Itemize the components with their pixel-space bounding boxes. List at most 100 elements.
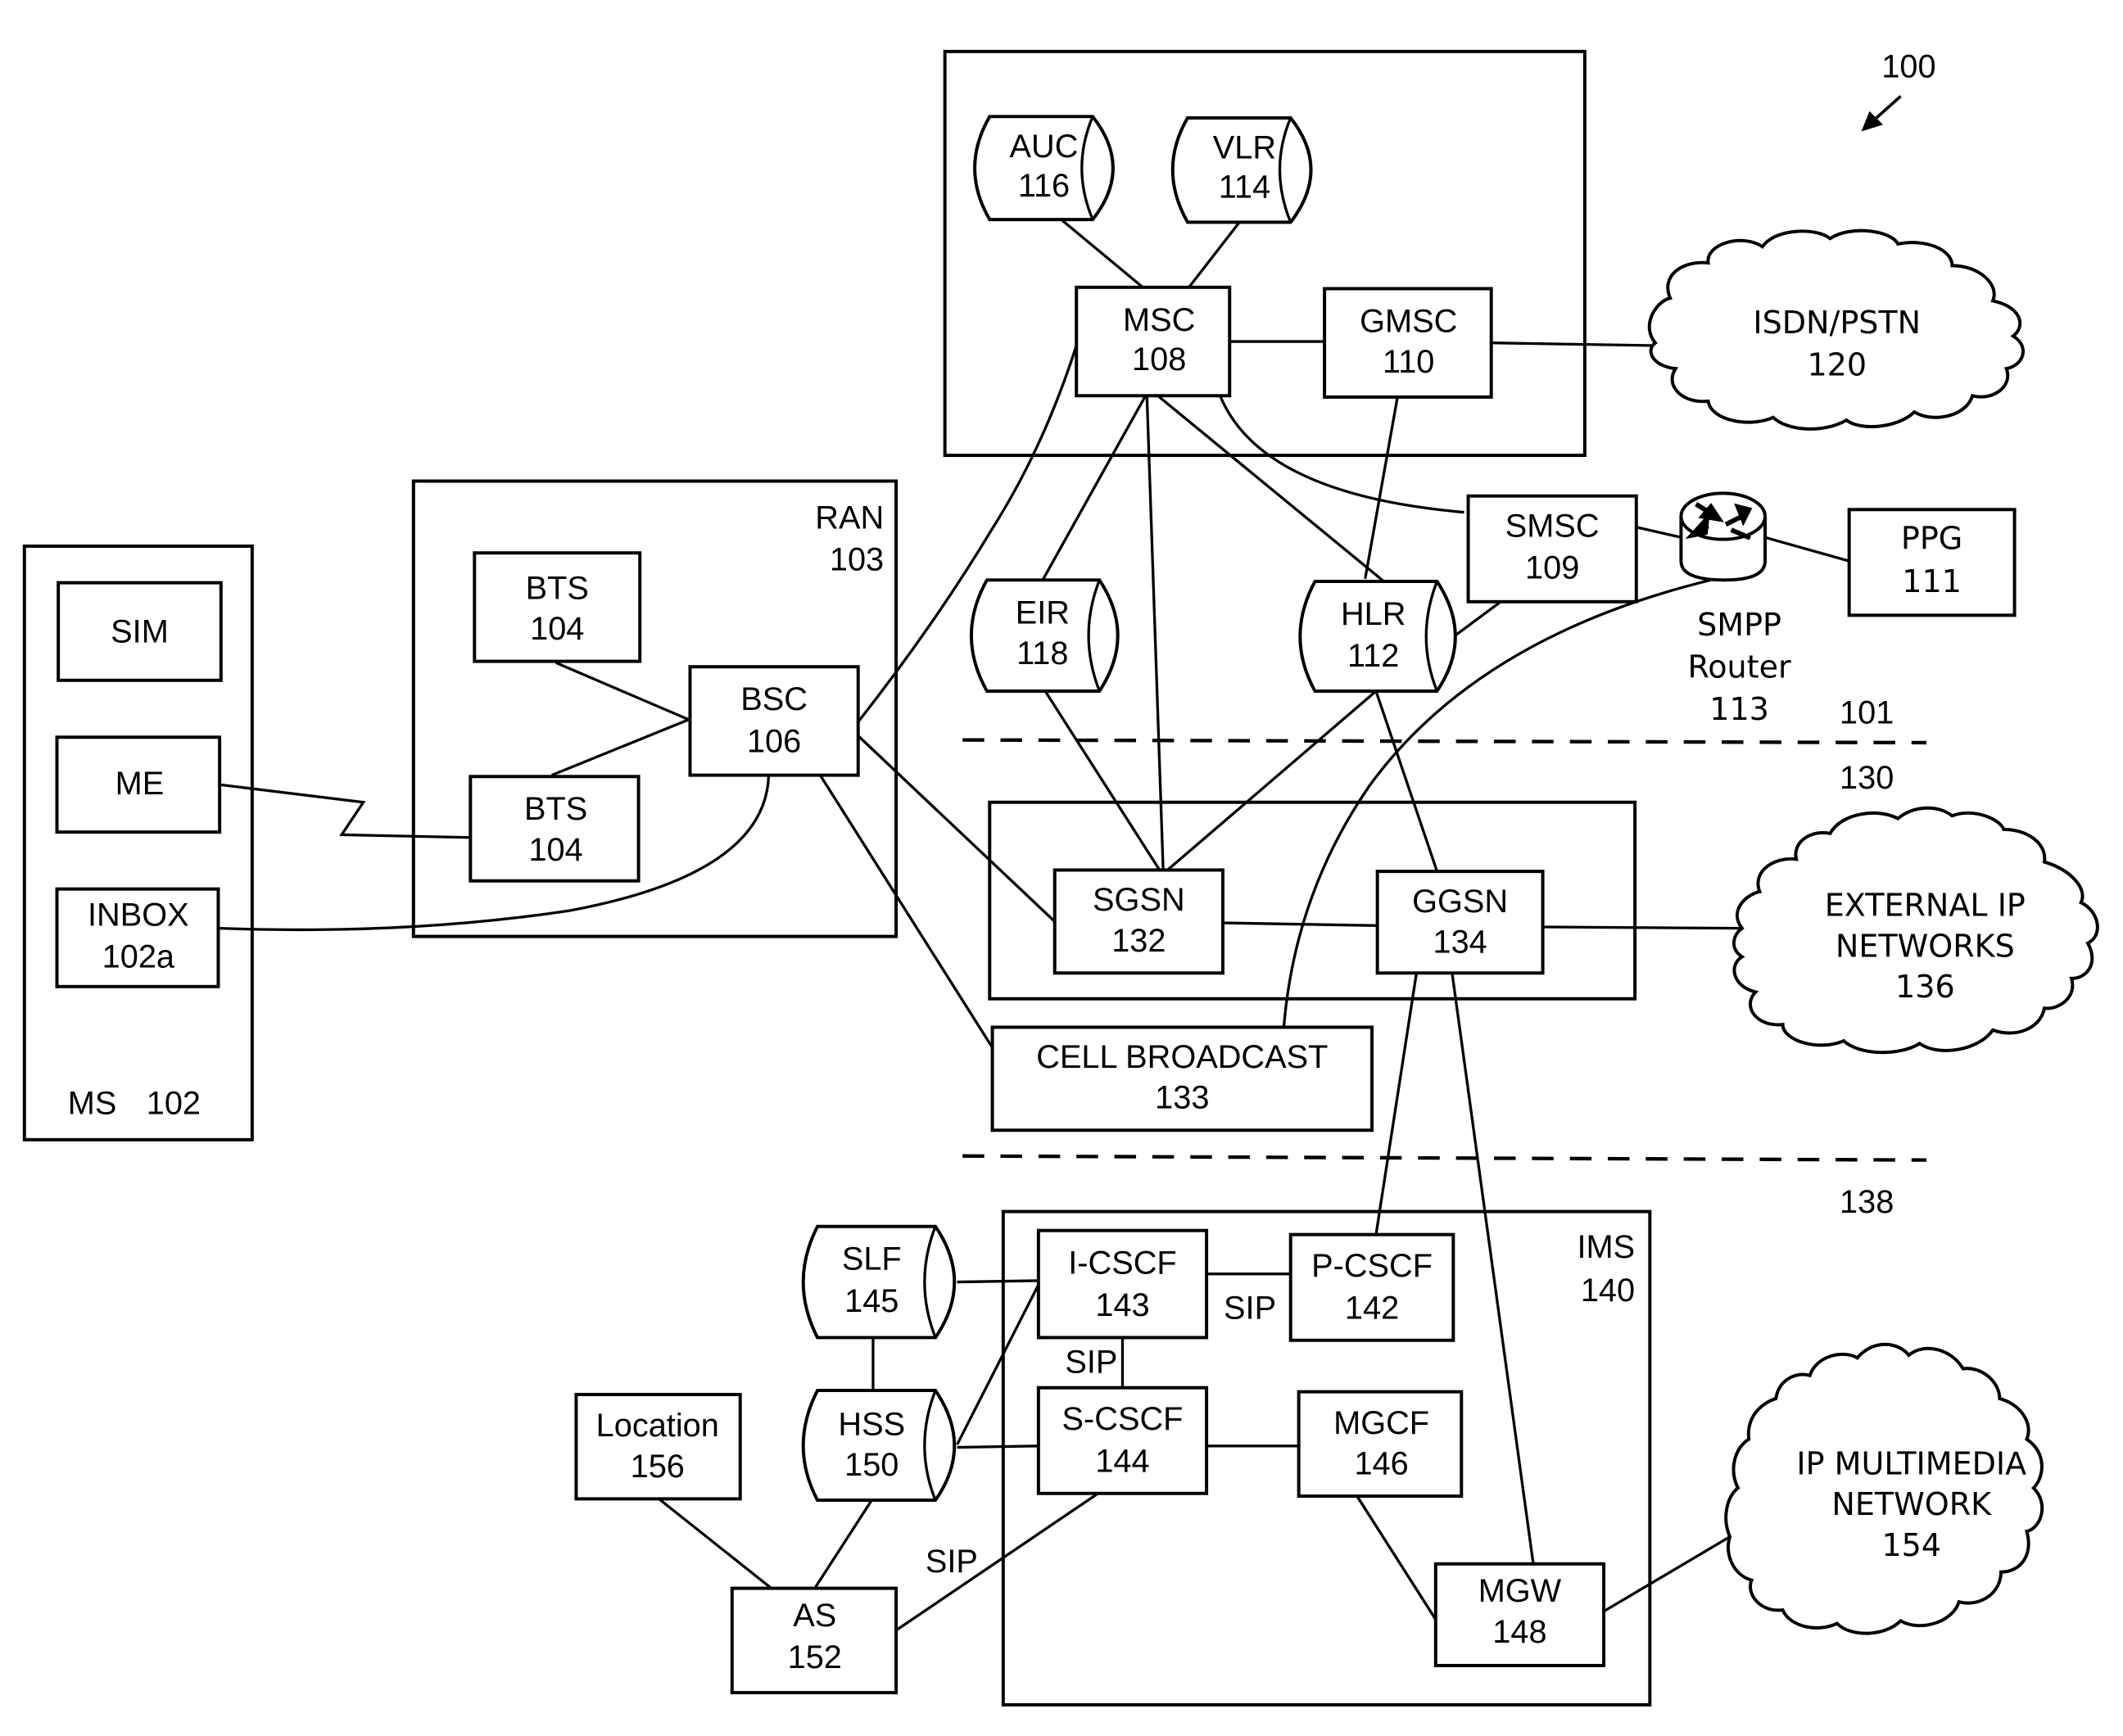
as-number: 152: [788, 1639, 842, 1675]
bts-node-1[interactable]: BTS 104: [473, 551, 642, 663]
external-ip-label-2: NETWORKS: [1836, 928, 2015, 964]
mgw-node[interactable]: MGW 148: [1433, 1562, 1606, 1667]
scscf-number: 144: [1095, 1443, 1149, 1479]
isdn-pstn-cloud[interactable]: ISDN/PSTN 120: [1647, 228, 2025, 431]
mgcf-node[interactable]: MGCF 146: [1297, 1390, 1464, 1499]
gmsc-node[interactable]: GMSC 110: [1323, 287, 1493, 399]
location-number: 156: [631, 1449, 685, 1485]
bsc-node[interactable]: BSC 106: [688, 665, 860, 777]
cell-broadcast-number: 133: [1155, 1080, 1209, 1116]
link-bsc-sgsn: [855, 733, 1056, 923]
hlr-number: 112: [1347, 638, 1399, 674]
bts-2-label: BTS: [524, 791, 587, 827]
ggsn-number: 134: [1433, 924, 1487, 960]
ims-network: IMS 140 I-CSCF 143 P-CSCF 142 S-CSCF 144…: [1001, 1209, 1652, 1707]
link-hlr-sgsn: [1165, 689, 1378, 873]
bts-1-label: BTS: [526, 570, 589, 606]
icscf-node[interactable]: I-CSCF 143: [1036, 1228, 1209, 1340]
vlr-label: VLR: [1213, 130, 1276, 166]
as-node[interactable]: AS 152: [730, 1586, 899, 1695]
divider-101-130: [962, 738, 1927, 745]
smpp-router-line2: Router: [1688, 649, 1791, 685]
ip-multimedia-number: 154: [1881, 1527, 1941, 1563]
me-node[interactable]: ME: [55, 735, 222, 834]
smpp-router-node[interactable]: SMPP Router 113: [1679, 491, 1791, 727]
pcscf-node[interactable]: P-CSCF 142: [1288, 1232, 1455, 1342]
smsc-node[interactable]: SMSC 109: [1466, 494, 1638, 604]
link-bts1-bsc: [555, 661, 690, 721]
pcscf-number: 142: [1345, 1290, 1399, 1326]
hlr-node[interactable]: HLR 112: [1298, 579, 1457, 694]
bts-node-2[interactable]: BTS 104: [469, 775, 641, 883]
slf-label: SLF: [842, 1241, 902, 1277]
hss-number: 150: [844, 1447, 899, 1483]
isdn-pstn-label: ISDN/PSTN: [1753, 305, 1921, 341]
bsc-number: 106: [747, 724, 801, 760]
auc-number: 116: [1018, 168, 1070, 204]
mgcf-number: 146: [1354, 1446, 1408, 1482]
ppg-number: 111: [1902, 563, 1962, 599]
ims-label: IMS: [1578, 1229, 1636, 1265]
bts-2-number: 104: [528, 832, 582, 868]
hss-node[interactable]: HSS 150: [801, 1389, 957, 1503]
link-ggsn-external: [1542, 925, 1742, 930]
smsc-number: 109: [1525, 550, 1579, 586]
smpp-router-line1: SMPP: [1697, 607, 1781, 643]
ran-label: RAN: [815, 500, 884, 536]
link-smsc-router: [1636, 526, 1685, 540]
msc-number: 108: [1132, 341, 1186, 377]
link-hss-scscf: [957, 1444, 1039, 1449]
cell-broadcast-node[interactable]: CELL BROADCAST 133: [990, 1025, 1374, 1132]
inbox-number: 102a: [102, 939, 175, 975]
vlr-number: 114: [1219, 170, 1270, 206]
link-bsc-cellbroadcast: [818, 774, 994, 1049]
eir-node[interactable]: EIR 118: [970, 578, 1120, 694]
link-router-ppg: [1762, 535, 1850, 563]
sim-node[interactable]: SIM: [57, 581, 223, 682]
section-label-101: 101: [1840, 695, 1894, 731]
link-gmsc-isdn: [1491, 341, 1655, 347]
scscf-node[interactable]: S-CSCF 144: [1036, 1386, 1209, 1495]
auc-node[interactable]: AUC 116: [973, 115, 1115, 222]
sgsn-number: 132: [1111, 923, 1166, 959]
external-ip-networks-cloud[interactable]: EXTERNAL IP NETWORKS 136: [1731, 806, 2099, 1055]
slf-number: 145: [844, 1283, 899, 1319]
gmsc-number: 110: [1383, 344, 1434, 380]
link-eir-sgsn: [1043, 690, 1162, 873]
external-ip-label-1: EXTERNAL IP: [1825, 888, 2026, 924]
section-label-130: 130: [1840, 760, 1894, 796]
link-slf-icscf: [957, 1279, 1039, 1284]
sip-label-icscf-pcscf: SIP: [1224, 1290, 1276, 1326]
link-gmsc-hlr: [1364, 395, 1400, 579]
sip-label-as-scscf: SIP: [926, 1544, 978, 1580]
ms-label: MS: [68, 1085, 117, 1121]
ip-multimedia-network-cloud[interactable]: IP MULTIMEDIA NETWORK 154: [1724, 1342, 2044, 1635]
ip-multimedia-label-2: NETWORK: [1831, 1486, 1992, 1522]
slf-node[interactable]: SLF 145: [801, 1224, 957, 1340]
location-node[interactable]: Location 156: [574, 1392, 742, 1501]
inbox-node[interactable]: INBOX 102a: [55, 887, 220, 988]
link-ggsn-pcscf: [1374, 971, 1419, 1235]
network-architecture-diagram: 101 130 138 100 SIM ME INBOX 102a MS 102…: [22, 48, 2099, 1707]
vlr-node[interactable]: VLR 114: [1170, 115, 1313, 224]
mobile-station: SIM ME INBOX 102a MS 102: [22, 544, 254, 1142]
ims-number: 140: [1581, 1273, 1635, 1309]
eir-label: EIR: [1016, 594, 1070, 631]
icscf-label: I-CSCF: [1068, 1245, 1176, 1282]
ppg-label: PPG: [1901, 520, 1962, 556]
link-msc-hlr: [1157, 394, 1387, 584]
ran-number: 103: [830, 542, 884, 578]
link-icscf-hss: [956, 1284, 1040, 1445]
mgcf-label: MGCF: [1333, 1405, 1429, 1441]
ppg-node[interactable]: PPG 111: [1847, 508, 2017, 617]
sim-label: SIM: [111, 613, 169, 649]
sgsn-label: SGSN: [1093, 882, 1185, 918]
link-msc-eir: [1039, 395, 1148, 584]
as-label: AS: [793, 1598, 836, 1634]
ggsn-node[interactable]: GGSN 134: [1375, 870, 1545, 975]
cell-broadcast-label: CELL BROADCAST: [1036, 1039, 1328, 1075]
msc-node[interactable]: MSC 108: [1075, 285, 1232, 398]
hss-label: HSS: [838, 1407, 905, 1443]
mgw-label: MGW: [1478, 1573, 1562, 1609]
sgsn-node[interactable]: SGSN 132: [1052, 868, 1224, 975]
